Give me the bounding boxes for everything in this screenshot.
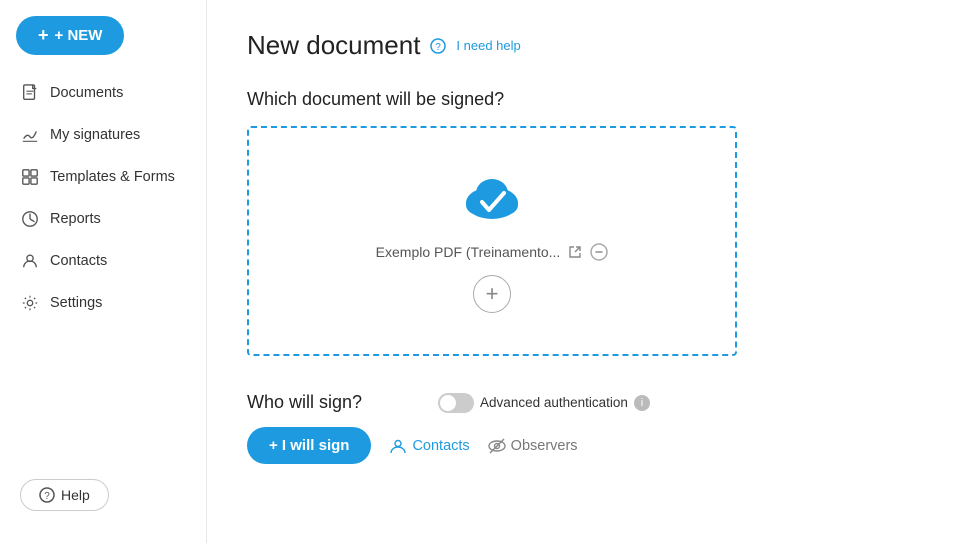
settings-icon (20, 293, 40, 313)
contacts-link[interactable]: Contacts (389, 437, 469, 455)
help-question-icon: ? (430, 38, 446, 54)
contacts-link-label: Contacts (412, 438, 469, 454)
signature-icon (20, 125, 40, 145)
sidebar-item-settings[interactable]: Settings (0, 283, 206, 323)
file-name: Exemplo PDF (Treinamento... (376, 244, 561, 260)
upload-zone[interactable]: Exemplo PDF (Treinamento... + (247, 126, 737, 356)
sidebar-item-documents-label: Documents (50, 85, 123, 101)
help-link-text: I need help (456, 38, 520, 53)
external-link-icon[interactable] (568, 245, 582, 259)
help-button[interactable]: ? Help (20, 479, 109, 511)
sidebar-item-settings-label: Settings (50, 295, 102, 311)
add-more-button[interactable]: + (473, 275, 511, 313)
auth-info-icon[interactable]: i (634, 395, 650, 411)
contacts-icon (20, 251, 40, 271)
sidebar-item-documents[interactable]: Documents (0, 73, 206, 113)
sidebar: + + NEW Documents My signatures (0, 0, 207, 543)
new-button[interactable]: + + NEW (16, 16, 124, 55)
sidebar-item-my-signatures-label: My signatures (50, 127, 140, 143)
file-info-row: Exemplo PDF (Treinamento... (376, 243, 609, 261)
advanced-auth-toggle[interactable] (438, 393, 474, 413)
which-document-title: Which document will be signed? (247, 89, 923, 110)
sidebar-item-contacts-label: Contacts (50, 253, 107, 269)
i-will-sign-button[interactable]: + I will sign (247, 427, 371, 464)
i-will-sign-label: + I will sign (269, 437, 349, 454)
observers-icon (488, 437, 506, 455)
plus-icon: + (486, 283, 499, 305)
remove-file-icon[interactable] (590, 243, 608, 261)
observers-link[interactable]: Observers (488, 437, 578, 455)
sidebar-item-my-signatures[interactable]: My signatures (0, 115, 206, 155)
sidebar-item-templates-forms[interactable]: Templates & Forms (0, 157, 206, 197)
auth-label: Advanced authentication (480, 395, 628, 410)
svg-text:?: ? (44, 491, 50, 502)
reports-icon (20, 209, 40, 229)
new-button-wrap: + + NEW (0, 16, 206, 71)
plus-icon: + (38, 25, 49, 46)
help-link[interactable]: I need help (456, 38, 520, 53)
help-button-wrap: ? Help (0, 463, 206, 527)
observers-link-label: Observers (511, 438, 578, 454)
svg-text:?: ? (436, 42, 442, 53)
sidebar-item-contacts[interactable]: Contacts (0, 241, 206, 281)
sidebar-item-reports[interactable]: Reports (0, 199, 206, 239)
new-button-label: + NEW (55, 27, 103, 44)
who-will-sign-title: Who will sign? (247, 392, 362, 413)
document-icon (20, 83, 40, 103)
main-content: New document ? I need help Which documen… (207, 0, 963, 543)
page-title: New document (247, 30, 420, 61)
page-header: New document ? I need help (247, 30, 923, 61)
which-document-section: Which document will be signed? Exemplo P… (247, 89, 923, 356)
sidebar-item-templates-forms-label: Templates & Forms (50, 169, 175, 185)
help-circle-icon: ? (39, 487, 55, 503)
contacts-link-icon (389, 437, 407, 455)
sidebar-item-reports-label: Reports (50, 211, 101, 227)
auth-toggle-group: Advanced authentication i (438, 393, 650, 413)
who-will-sign-section: Who will sign? Advanced authentication i… (247, 392, 923, 464)
help-button-label: Help (61, 487, 90, 503)
sign-buttons-row: + I will sign Contacts (247, 427, 923, 464)
templates-icon (20, 167, 40, 187)
cloud-upload-icon (457, 169, 527, 229)
